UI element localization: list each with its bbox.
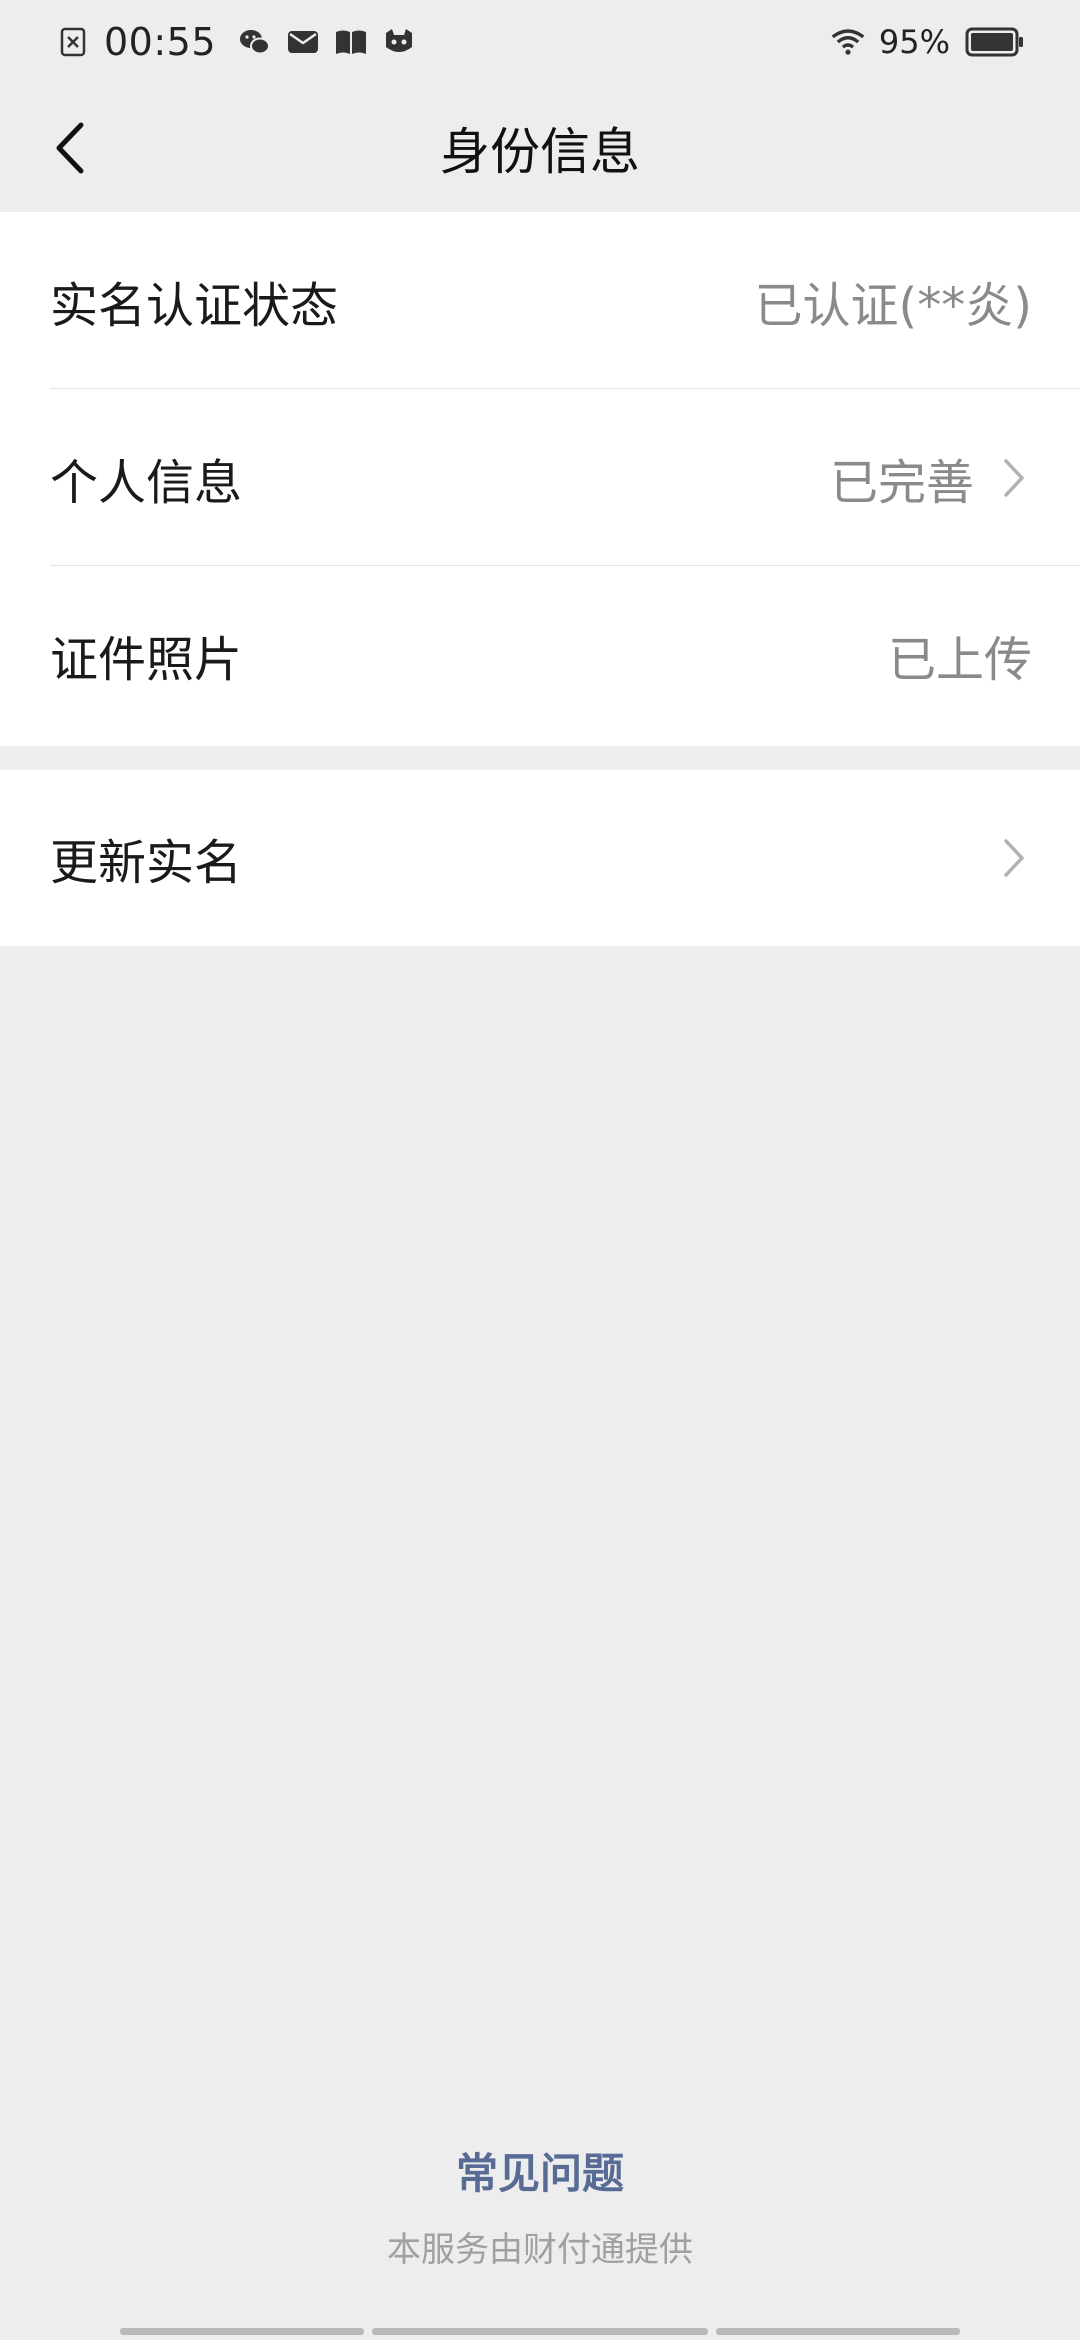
provider-text: 本服务由财付通提供 xyxy=(387,2230,693,2270)
bottom-bar-segment xyxy=(716,2328,960,2335)
wechat-icon xyxy=(238,25,272,59)
status-time: 00:55 xyxy=(104,20,217,64)
row-value-verification-status: 已认证(**炎) xyxy=(754,277,1032,334)
row-value-id-photo: 已上传 xyxy=(887,631,1032,688)
nav-bar: 身份信息 xyxy=(0,84,1080,212)
status-right: 95% xyxy=(831,23,1026,61)
row-label-update-realname: 更新实名 xyxy=(50,835,243,891)
row-label-id-photo: 证件照片 xyxy=(50,631,243,688)
battery-icon xyxy=(964,25,1026,59)
row-verification-status: 实名认证状态 已认证(**炎) xyxy=(0,212,1080,389)
row-personal-info[interactable]: 个人信息 已完善 xyxy=(0,389,1080,566)
chevron-right-icon xyxy=(996,448,1032,508)
status-left: 00:55 xyxy=(56,20,416,64)
row-id-photo: 证件照片 已上传 xyxy=(0,566,1080,743)
chevron-right-icon xyxy=(996,828,1032,888)
wifi-icon xyxy=(831,25,865,59)
mascot-icon xyxy=(382,25,416,59)
chevron-left-icon xyxy=(56,122,84,174)
row-label-verification-status: 实名认证状态 xyxy=(50,277,339,334)
row-update-realname[interactable]: 更新实名 xyxy=(0,770,1080,946)
book-icon xyxy=(334,25,368,59)
bottom-bar-segment xyxy=(372,2328,708,2335)
bottom-bar-segment xyxy=(120,2328,364,2335)
sim-x-icon xyxy=(56,25,90,59)
page-title: 身份信息 xyxy=(440,123,640,181)
battery-percent: 95% xyxy=(878,23,950,61)
identity-info-group: 实名认证状态 已认证(**炎) 个人信息 已完善 证件照片 已上传 xyxy=(0,212,1080,746)
row-label-personal-info: 个人信息 xyxy=(50,454,243,511)
row-value-personal-info: 已完善 xyxy=(829,454,974,511)
update-group: 更新实名 xyxy=(0,770,1080,946)
mail-icon xyxy=(286,25,320,59)
faq-link[interactable]: 常见问题 xyxy=(0,2140,1080,2201)
back-button[interactable] xyxy=(30,108,110,188)
status-bar: 00:55 95% xyxy=(0,0,1080,84)
bottom-indicator xyxy=(0,2328,1080,2336)
